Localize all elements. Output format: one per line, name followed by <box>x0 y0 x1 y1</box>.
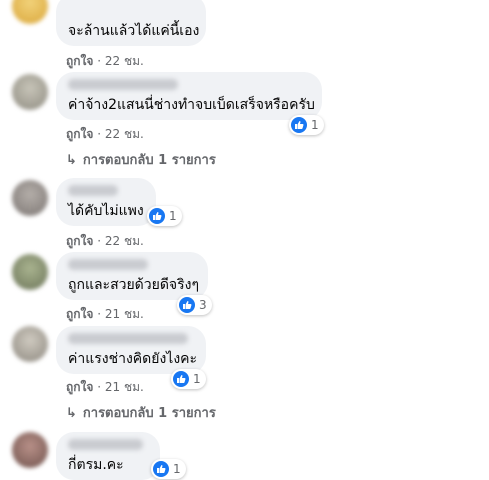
reply-arrow-icon: ↳ <box>66 406 77 421</box>
reaction-count[interactable]: 1 <box>171 369 206 389</box>
comment-text: กี่ตรม.คะ <box>68 457 124 473</box>
comment-text: ถูกและสวยด้วยดีจริงๆ <box>68 277 200 293</box>
avatar[interactable] <box>12 326 48 362</box>
reaction-count[interactable]: 3 <box>177 295 212 315</box>
comment-meta: ถูกใจ · 21 ชม. <box>66 380 144 394</box>
like-link[interactable]: ถูกใจ <box>66 234 93 248</box>
avatar[interactable] <box>12 0 48 24</box>
like-thumb-icon <box>149 208 165 224</box>
comment-bubble: ค่าแรงช่างคิดยังไงคะ <box>56 326 206 374</box>
like-thumb-icon <box>173 371 189 387</box>
avatar[interactable] <box>12 254 48 290</box>
comment-meta: ถูกใจ · 21 ชม. <box>66 307 144 321</box>
like-link[interactable]: ถูกใจ <box>66 307 93 321</box>
reaction-count[interactable]: 1 <box>151 459 186 479</box>
comment-text: ค่าจ้าง2แสนนี่ช่างทำจบเบ็ดเสร็จหรือครับ <box>68 97 315 113</box>
comment-bubble: จะล้านแล้วได้แค่นี้เอง <box>56 0 206 46</box>
author-name[interactable] <box>68 333 188 344</box>
author-name[interactable] <box>68 439 143 450</box>
comment-bubble: ถูกและสวยด้วยดีจริงๆ <box>56 252 208 300</box>
comment-meta: ถูกใจ · 22 ชม. <box>66 127 144 141</box>
like-thumb-icon <box>153 461 169 477</box>
comment-text: ค่าแรงช่างคิดยังไงคะ <box>68 351 198 367</box>
timestamp[interactable]: 21 ชม. <box>105 380 144 394</box>
comment-text: ได้คับไม่แพง <box>68 203 144 219</box>
avatar[interactable] <box>12 432 48 468</box>
comment-meta: ถูกใจ · 22 ชม. <box>66 234 144 248</box>
timestamp[interactable]: 22 ชม. <box>105 54 144 68</box>
timestamp[interactable]: 21 ชม. <box>105 307 144 321</box>
author-name[interactable] <box>68 185 118 196</box>
like-thumb-icon <box>179 297 195 313</box>
comment-bubble: ค่าจ้าง2แสนนี่ช่างทำจบเบ็ดเสร็จหรือครับ <box>56 72 322 120</box>
timestamp[interactable]: 22 ชม. <box>105 234 144 248</box>
reply-arrow-icon: ↳ <box>66 153 77 168</box>
like-link[interactable]: ถูกใจ <box>66 127 93 141</box>
reaction-count[interactable]: 1 <box>147 206 182 226</box>
comment-bubble: กี่ตรม.คะ <box>56 432 160 480</box>
view-replies-link[interactable]: ↳ การตอบกลับ 1 รายการ <box>66 149 216 170</box>
author-name[interactable] <box>68 79 178 90</box>
timestamp[interactable]: 22 ชม. <box>105 127 144 141</box>
like-link[interactable]: ถูกใจ <box>66 54 93 68</box>
avatar[interactable] <box>12 74 48 110</box>
author-name[interactable] <box>68 259 148 270</box>
view-replies-link[interactable]: ↳ การตอบกลับ 1 รายการ <box>66 402 216 423</box>
avatar[interactable] <box>12 180 48 216</box>
comment-meta: ถูกใจ · 22 ชม. <box>66 54 144 68</box>
reaction-count[interactable]: 1 <box>289 115 324 135</box>
like-link[interactable]: ถูกใจ <box>66 380 93 394</box>
comment-bubble: ได้คับไม่แพง <box>56 178 156 226</box>
like-thumb-icon <box>291 117 307 133</box>
comment-text: จะล้านแล้วได้แค่นี้เอง <box>68 23 200 39</box>
